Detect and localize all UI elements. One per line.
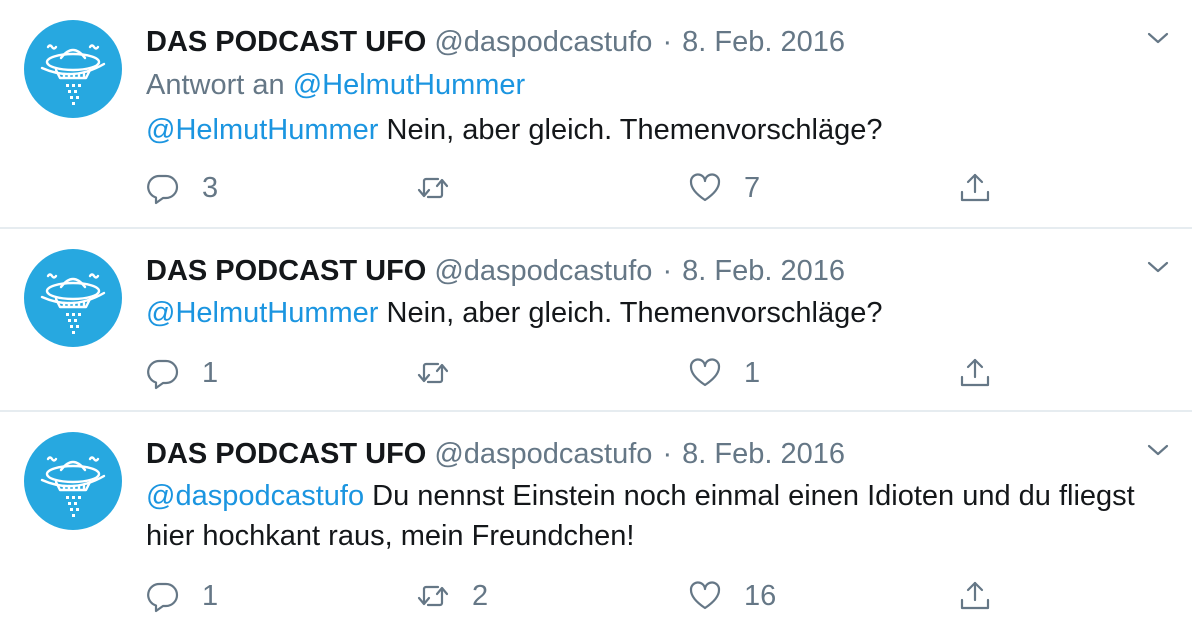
retweet-button[interactable] xyxy=(416,353,472,393)
mention-link[interactable]: @daspodcastufo xyxy=(146,480,364,512)
reply-button[interactable]: 1 xyxy=(146,353,218,393)
like-button[interactable]: 16 xyxy=(688,576,776,616)
share-button[interactable] xyxy=(958,576,992,616)
mention-link[interactable]: @HelmutHummer xyxy=(146,114,378,146)
tweet-date[interactable]: 8. Feb. 2016 xyxy=(682,255,845,287)
retweet-icon xyxy=(417,585,449,607)
tweet-header: DAS PODCAST UFO @daspodcastufo · 8. Feb. 20… xyxy=(146,436,845,472)
heart-icon xyxy=(689,358,721,387)
reply-context: Antwort an @HelmutHummer xyxy=(146,66,525,104)
author-name[interactable]: DAS PODCAST UFO xyxy=(146,26,426,58)
reply-count: 3 xyxy=(202,171,219,204)
tweet-text: @HelmutHummer Nein, aber gleich. Themenv… xyxy=(146,110,1136,150)
avatar[interactable] xyxy=(24,20,122,118)
retweet-button[interactable] xyxy=(416,168,472,208)
tweet[interactable]: DAS PODCAST UFO @daspodcastufo · 8. Feb. 20… xyxy=(0,412,1192,636)
tweet-body: Nein, aber gleich. Themenvorschläge? xyxy=(378,297,883,329)
share-icon xyxy=(960,358,990,387)
share-button[interactable] xyxy=(958,353,992,393)
author-name[interactable]: DAS PODCAST UFO xyxy=(146,255,426,287)
like-count: 16 xyxy=(744,579,777,612)
chevron-down-icon[interactable] xyxy=(1146,28,1170,48)
tweet-actions: 1 1 xyxy=(146,353,1006,393)
heart-icon xyxy=(689,173,721,202)
reply-count: 1 xyxy=(202,356,219,389)
tweet-date[interactable]: 8. Feb. 2016 xyxy=(682,26,845,58)
share-icon xyxy=(960,173,990,202)
tweet-timeline: DAS PODCAST UFO @daspodcastufo · 8. Feb. 20… xyxy=(0,0,1192,636)
tweet-header: DAS PODCAST UFO @daspodcastufo · 8. Feb. 20… xyxy=(146,253,845,289)
chevron-down-icon[interactable] xyxy=(1146,440,1170,460)
like-button[interactable]: 1 xyxy=(688,353,760,393)
heart-icon xyxy=(689,581,721,610)
retweet-icon xyxy=(417,362,449,384)
tweet-body: Nein, aber gleich. Themenvorschläge? xyxy=(378,114,883,146)
separator: · xyxy=(662,438,673,470)
avatar[interactable] xyxy=(24,249,122,347)
ufo-logo-icon xyxy=(40,273,106,334)
chevron-down-icon[interactable] xyxy=(1146,257,1170,277)
author-handle[interactable]: @daspodcastufo xyxy=(434,438,652,470)
reply-button[interactable]: 3 xyxy=(146,168,218,208)
mention-link[interactable]: @HelmutHummer xyxy=(146,297,378,329)
ufo-logo-icon xyxy=(40,456,106,517)
avatar[interactable] xyxy=(24,432,122,530)
tweet-date[interactable]: 8. Feb. 2016 xyxy=(682,438,845,470)
like-count: 7 xyxy=(744,171,761,204)
retweet-icon xyxy=(417,177,449,199)
reply-to-link[interactable]: @HelmutHummer xyxy=(293,69,525,101)
reply-icon xyxy=(147,359,179,390)
reply-prefix: Antwort an xyxy=(146,69,285,101)
separator: · xyxy=(662,255,673,287)
author-handle[interactable]: @daspodcastufo xyxy=(434,255,652,287)
tweet-actions: 1 2 16 xyxy=(146,576,1006,616)
reply-button[interactable]: 1 xyxy=(146,576,218,616)
author-handle[interactable]: @daspodcastufo xyxy=(434,26,652,58)
ufo-logo-icon xyxy=(40,44,106,105)
reply-count: 1 xyxy=(202,579,219,612)
tweet-actions: 3 7 xyxy=(146,168,1006,208)
tweet-header: DAS PODCAST UFO @daspodcastufo · 8. Feb. 20… xyxy=(146,24,845,60)
share-button[interactable] xyxy=(958,168,992,208)
reply-icon xyxy=(147,174,179,205)
retweet-count: 2 xyxy=(472,579,489,612)
retweet-button[interactable]: 2 xyxy=(416,576,488,616)
like-button[interactable]: 7 xyxy=(688,168,760,208)
like-count: 1 xyxy=(744,356,761,389)
tweet-text: @HelmutHummer Nein, aber gleich. Themenv… xyxy=(146,293,1136,333)
tweet[interactable]: DAS PODCAST UFO @daspodcastufo · 8. Feb. 20… xyxy=(0,229,1192,412)
reply-icon xyxy=(147,582,179,613)
tweet[interactable]: DAS PODCAST UFO @daspodcastufo · 8. Feb. 20… xyxy=(0,0,1192,229)
tweet-text: @daspodcastufo Du nennst Einstein noch e… xyxy=(146,476,1136,556)
share-icon xyxy=(960,581,990,610)
author-name[interactable]: DAS PODCAST UFO xyxy=(146,438,426,470)
separator: · xyxy=(662,26,673,58)
